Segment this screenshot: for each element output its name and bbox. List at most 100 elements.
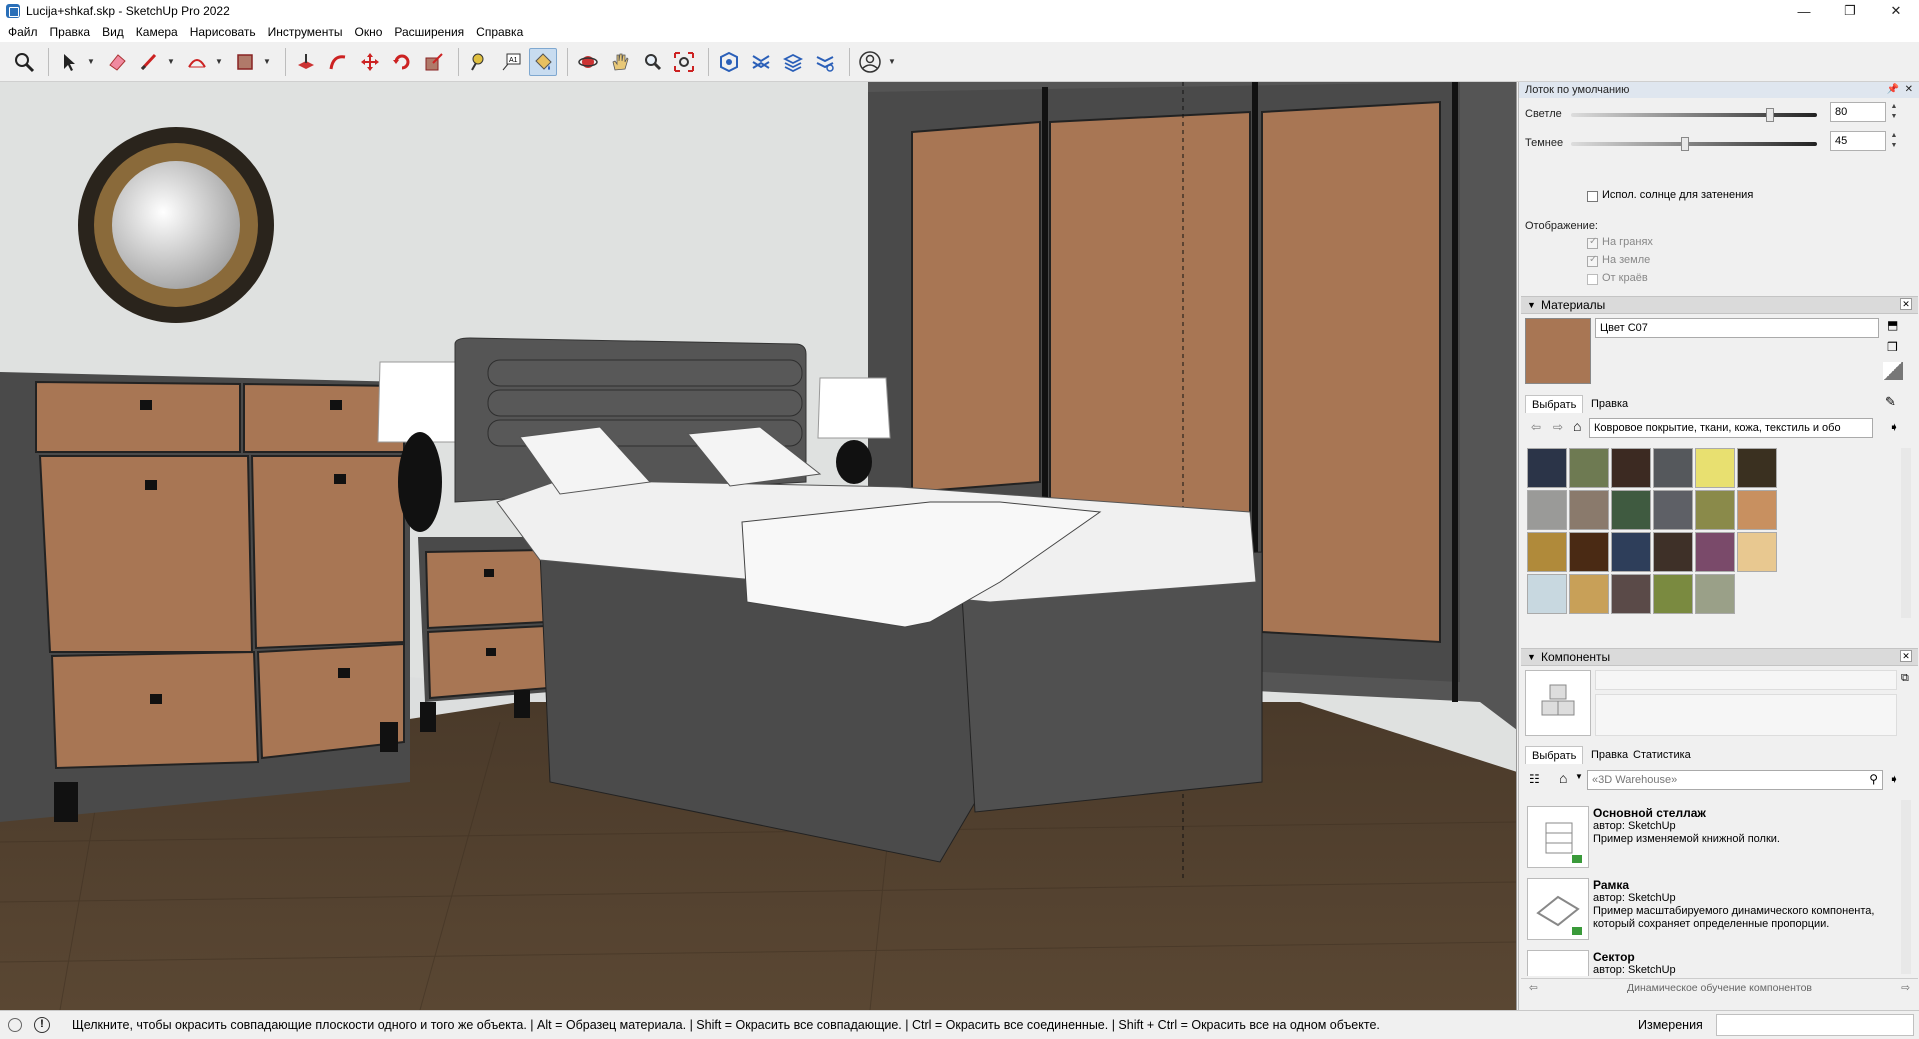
zoom-extents-button[interactable] [10,48,38,76]
close-button[interactable]: ✕ [1873,0,1919,22]
material-swatch[interactable] [1653,448,1693,488]
rotate-tool-button[interactable] [388,48,416,76]
materials-tab-edit[interactable]: Правка [1585,395,1634,413]
components-tab-statistics[interactable]: Статистика [1627,746,1697,764]
material-swatch[interactable] [1569,490,1609,530]
select-tool-button[interactable] [55,48,83,76]
menu-camera[interactable]: Камера [130,22,184,42]
materials-scrollbar[interactable] [1901,448,1911,618]
menu-extensions[interactable]: Расширения [388,22,470,42]
round-mirror[interactable] [78,127,274,323]
collapse-triangle-icon[interactable]: ▼ [1527,297,1536,313]
material-swatch[interactable] [1527,574,1567,614]
dark-value-input[interactable]: 45 [1830,131,1886,151]
scene-render[interactable] [0,82,1517,1010]
material-library-select[interactable]: Ковровое покрытие, ткани, кожа, текстиль… [1589,418,1873,438]
orbit-tool-button[interactable] [574,48,602,76]
materials-close-icon[interactable]: ✕ [1900,298,1912,310]
menu-draw[interactable]: Нарисовать [184,22,262,42]
search-icon[interactable]: ⚲ [1869,772,1878,786]
menu-tools[interactable]: Инструменты [262,22,349,42]
pin-icon[interactable]: 📌 [1887,82,1899,98]
back-arrow-icon[interactable]: ⇦ [1531,420,1541,434]
from-edges-checkbox[interactable] [1587,274,1598,285]
layout-button[interactable] [779,48,807,76]
dark-slider-knob[interactable] [1681,137,1689,151]
material-swatch[interactable] [1611,448,1651,488]
material-swatch[interactable] [1611,490,1651,530]
display-secondary-pane-icon[interactable]: ❒ [1887,340,1898,354]
current-material-swatch[interactable] [1525,318,1591,384]
geo-location-icon[interactable] [8,1018,22,1032]
paint-bucket-button[interactable] [529,47,557,76]
material-swatch[interactable] [1695,574,1735,614]
components-details-arrow-icon[interactable]: ➧ [1889,772,1899,786]
move-tool-button[interactable] [356,48,384,76]
material-swatch[interactable] [1737,532,1777,572]
menu-window[interactable]: Окно [348,22,388,42]
material-swatch[interactable] [1695,490,1735,530]
measurements-input[interactable] [1716,1014,1914,1036]
menu-view[interactable]: Вид [96,22,130,42]
view-options-icon[interactable]: ☷ [1529,772,1540,786]
pan-tool-button[interactable] [606,48,634,76]
material-swatch[interactable] [1653,490,1693,530]
tape-measure-button[interactable] [465,48,493,76]
components-section-header[interactable]: ▼ Компоненты ✕ [1521,648,1918,666]
material-name-input[interactable]: Цвет C07 [1595,318,1879,338]
extension-manager-button[interactable] [811,48,839,76]
footer-forward-icon[interactable]: ⇨ [1901,979,1910,997]
minimize-button[interactable]: — [1781,0,1827,22]
material-swatch[interactable] [1653,574,1693,614]
account-button[interactable] [856,48,884,76]
eraser-tool-button[interactable] [103,48,131,76]
components-tab-select[interactable]: Выбрать [1525,746,1584,764]
light-spinner-icon[interactable]: ▲ ▼ [1887,102,1901,122]
material-swatch[interactable] [1569,448,1609,488]
menu-file[interactable]: Файл [2,22,44,42]
list-item[interactable]: Сектор автор: SketchUp [1527,950,1897,976]
components-scrollbar[interactable] [1901,800,1911,974]
materials-tab-select[interactable]: Выбрать [1525,395,1584,413]
push-pull-button[interactable] [292,48,320,76]
shapes-tool-button[interactable] [231,48,259,76]
maximize-button[interactable]: ❐ [1827,0,1873,22]
warehouse-button[interactable] [715,48,743,76]
light-value-input[interactable]: 80 [1830,102,1886,122]
line-tool-dropdown-icon[interactable]: ▼ [167,57,177,66]
account-dropdown-icon[interactable]: ▼ [888,57,898,66]
line-tool-button[interactable] [135,48,163,76]
material-swatch[interactable] [1569,532,1609,572]
home-icon[interactable]: ⌂ [1573,418,1581,434]
zoom-tool-button[interactable] [638,48,666,76]
menu-edit[interactable]: Правка [44,22,97,42]
info-icon[interactable]: ! [34,1017,50,1033]
tray-close-icon[interactable]: ✕ [1905,82,1913,98]
components-home-icon[interactable]: ⌂ [1559,770,1567,786]
use-sun-checkbox[interactable] [1587,191,1598,202]
material-swatch[interactable] [1737,448,1777,488]
dresser[interactable] [0,372,410,822]
default-material-icon[interactable] [1883,362,1903,380]
dark-spinner-icon[interactable]: ▲ ▼ [1887,131,1901,151]
material-swatch[interactable] [1695,448,1735,488]
menu-help[interactable]: Справка [470,22,529,42]
material-swatch[interactable] [1611,574,1651,614]
follow-me-button[interactable] [324,48,352,76]
material-swatch[interactable] [1653,532,1693,572]
list-item[interactable]: Рамка автор: SketchUp Пример масштабируе… [1527,878,1897,942]
components-close-icon[interactable]: ✕ [1900,650,1912,662]
create-material-icon[interactable]: ⬒ [1887,318,1898,332]
details-arrow-icon[interactable]: ➧ [1889,420,1899,434]
materials-section-header[interactable]: ▼ Материалы ✕ [1521,296,1918,314]
component-description-field[interactable] [1595,694,1897,736]
zoom-extents-tool-button[interactable] [670,48,698,76]
collapse-triangle-icon[interactable]: ▼ [1527,649,1536,665]
material-swatch[interactable] [1527,532,1567,572]
select-tool-dropdown-icon[interactable]: ▼ [87,57,97,66]
footer-back-icon[interactable]: ⇦ [1529,979,1538,997]
on-ground-checkbox[interactable] [1587,254,1598,267]
material-swatch[interactable] [1569,574,1609,614]
list-item[interactable]: Основной стеллаж автор: SketchUp Пример … [1527,806,1897,870]
model-viewport[interactable] [0,82,1517,1010]
